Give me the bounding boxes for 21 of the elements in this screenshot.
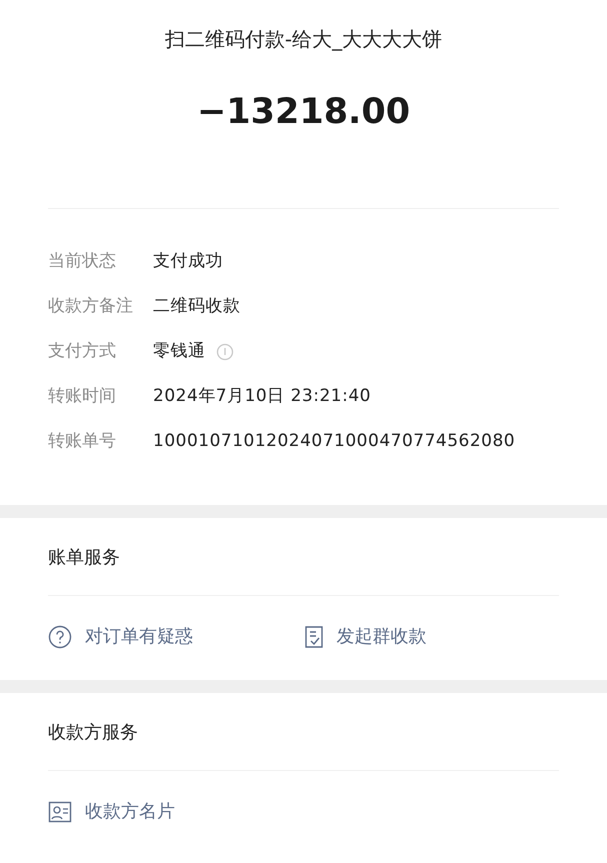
field-label: 收款方备注 [48, 295, 134, 318]
section-title: 收款方服务 [48, 721, 138, 745]
field-value: 零钱通 [153, 340, 206, 363]
document-icon [304, 625, 324, 649]
question-icon [48, 625, 72, 649]
service-link[interactable]: 对订单有疑惑 [48, 624, 304, 650]
section-title: 账单服务 [48, 546, 120, 570]
page-title: 扫二维码付款-给大_大大大大饼 [164, 26, 442, 52]
service-link[interactable]: 发起群收款 [304, 624, 559, 650]
field-value: 10001071012024071000470774562080 [153, 430, 516, 453]
info-icon[interactable] [216, 342, 234, 360]
field-value: 支付成功 [153, 250, 223, 273]
field-label: 转账单号 [48, 430, 117, 453]
contact-card-icon [48, 801, 72, 823]
field-value: 二维码收款 [153, 295, 240, 318]
amount: −13218.00 [196, 91, 410, 134]
field-label: 转账时间 [48, 385, 117, 408]
field-value: 2024年7月10日 23:21:40 [153, 385, 371, 408]
service-link[interactable]: 收款方名片 [48, 799, 320, 825]
field-label: 支付方式 [48, 340, 117, 363]
field-label: 当前状态 [48, 250, 117, 273]
